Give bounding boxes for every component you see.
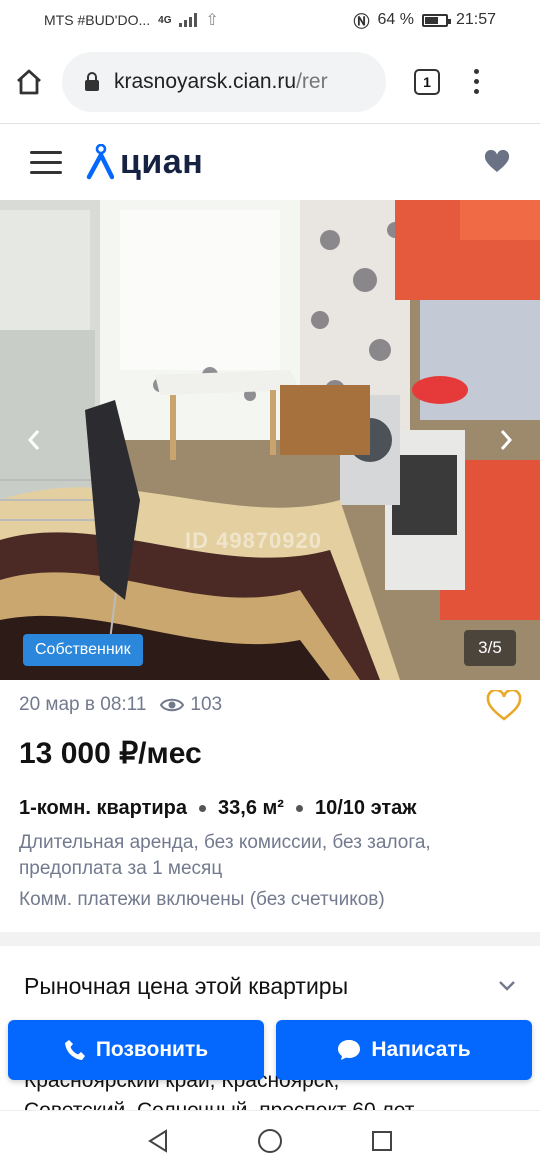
clock: 21:57 [455, 11, 496, 28]
views-number: 103 [190, 694, 223, 715]
home-circle-icon[interactable] [257, 1128, 283, 1154]
owner-badge: Собственник [23, 634, 143, 666]
battery-fill [424, 16, 438, 24]
logo-text: циан [120, 142, 204, 181]
chevron-down-icon[interactable] [498, 980, 516, 992]
phone-icon [64, 1039, 86, 1061]
status-bar: MTS #BUD'DO... 4G ⇧ Ⓝ 64 % 21:57 [0, 0, 540, 40]
floor: 10/10 этаж [314, 797, 417, 819]
room-photo-image [0, 200, 540, 680]
network-label: 4G [158, 14, 172, 26]
section-divider [0, 932, 540, 946]
system-navigation-bar [0, 1110, 540, 1170]
home-icon[interactable] [14, 67, 44, 97]
tabs-button[interactable]: 1 [414, 68, 440, 95]
rental-terms: Длительная аренда, без комиссии, без зал… [19, 832, 431, 879]
browser-toolbar: krasnoyarsk.cian.ru/rer 1 [0, 40, 540, 124]
url-domain: krasnoyarsk.cian.ru [114, 69, 297, 93]
chat-bubble-icon [337, 1039, 361, 1061]
publish-date: 20 мар в 08:11 [19, 694, 147, 715]
tab-count: 1 [423, 73, 431, 90]
photo-counter: 3/5 [464, 630, 516, 666]
nfc-icon: Ⓝ [353, 14, 370, 31]
url-path: /rer [296, 69, 328, 93]
listing-photo[interactable]: ID 49870920 Собственник 3/5 [0, 200, 540, 680]
back-icon[interactable] [147, 1128, 169, 1153]
logo-pin-icon [84, 144, 114, 180]
battery-percent: 64 % [377, 11, 414, 28]
views-count: 103 [160, 694, 222, 716]
next-photo-arrow-icon[interactable] [486, 420, 526, 460]
previous-photo-arrow-icon[interactable] [14, 420, 54, 460]
price: 13 000 ₽/мес [19, 737, 202, 770]
site-logo[interactable]: циан [84, 143, 203, 182]
market-price-section[interactable]: Рыночная цена этой квартиры [0, 946, 540, 1026]
recents-square-icon[interactable] [371, 1130, 393, 1152]
photo-watermark: ID 49870920 [185, 528, 322, 553]
carrier-label: MTS #BUD'DO... [44, 12, 151, 28]
upload-icon: ⇧ [205, 12, 219, 29]
add-to-favorites-heart-icon[interactable] [486, 690, 522, 722]
address-bar[interactable]: krasnoyarsk.cian.ru/rer [62, 51, 386, 112]
market-price-title: Рыночная цена этой квартиры [24, 972, 349, 999]
eye-icon [160, 697, 185, 713]
url-text: krasnoyarsk.cian.ru/rer [114, 70, 328, 94]
message-button[interactable]: Написать [276, 1020, 532, 1080]
listing-specs: 1-комн. квартира 33,6 м² 10/10 этаж [19, 797, 416, 820]
listing-meta: 20 мар в 08:11 103 [19, 694, 222, 716]
call-button[interactable]: Позвонить [8, 1020, 264, 1080]
site-header: циан [0, 124, 540, 200]
utilities-info: Комм. платежи включены (без счетчиков) [19, 889, 385, 910]
signal-icon [179, 13, 198, 27]
rooms: 1-комн. квартира [19, 797, 188, 819]
message-button-label: Написать [371, 1038, 471, 1061]
lock-icon [84, 71, 100, 92]
battery-icon [421, 13, 451, 27]
call-button-label: Позвонить [95, 1038, 209, 1061]
favorites-icon[interactable] [484, 150, 510, 174]
area: 33,6 м² [218, 797, 284, 819]
browser-menu-icon[interactable] [474, 69, 479, 94]
contact-actions: Позвонить Написать [8, 1020, 532, 1080]
hamburger-menu-icon[interactable] [30, 150, 62, 174]
